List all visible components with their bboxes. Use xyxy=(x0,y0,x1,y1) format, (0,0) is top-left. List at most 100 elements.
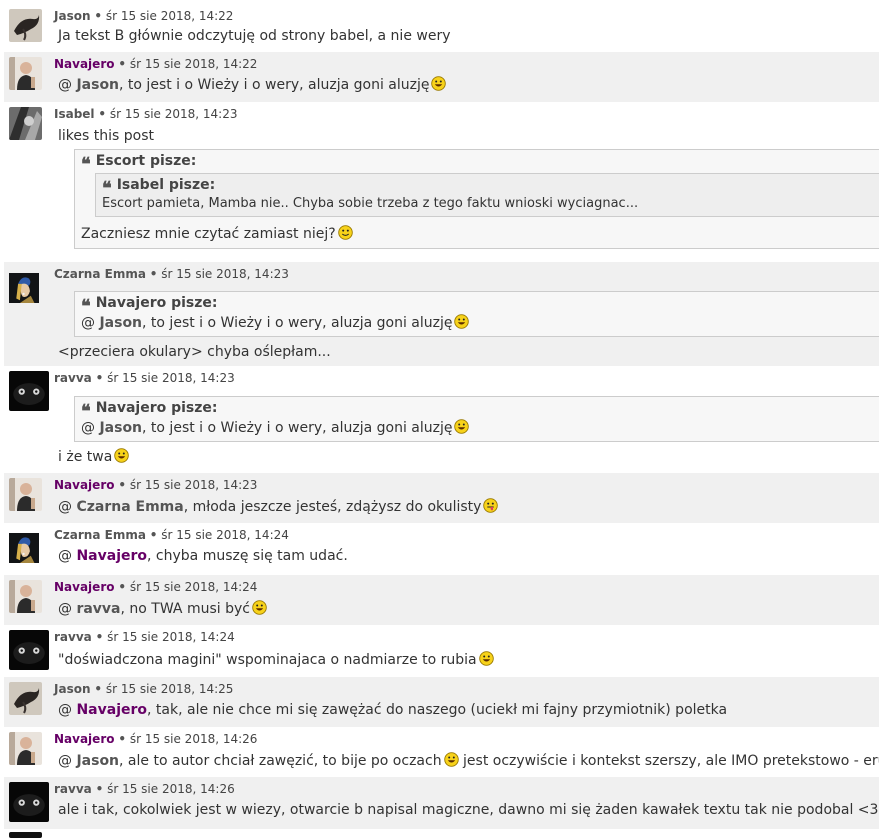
post: Navajero • śr 15 sie 2018, 14:22 @ Jason… xyxy=(4,52,879,102)
avatar[interactable] xyxy=(9,832,42,838)
author-link[interactable]: Jason xyxy=(54,682,91,696)
post-meta: ravva • śr 15 sie 2018, 14:26 xyxy=(54,782,235,796)
post: Navajero • śr 15 sie 2018, 14:23 @ Czarn… xyxy=(4,473,879,523)
post-text: Ja tekst B głównie odczytuję od strony b… xyxy=(58,28,451,44)
post-text: @ Jason, to jest i o Wieży i o wery, alu… xyxy=(58,76,446,93)
quote-text: Escort pamieta, Mamba nie.. Chyba sobie … xyxy=(102,196,639,211)
author-link[interactable]: Navajero xyxy=(54,580,114,594)
pearl-earring-avatar[interactable] xyxy=(9,267,39,309)
pearl-earring-avatar[interactable] xyxy=(9,528,39,568)
laughing-smiley-icon xyxy=(444,752,459,767)
quote-block: ❝ Escort pisze: ❝ Isabel pisze: Escort pam… xyxy=(74,149,879,249)
post-date: śr 15 sie 2018, 14:23 xyxy=(107,371,235,385)
quote-header: ❝ Navajero pisze: xyxy=(81,400,218,422)
post-meta: Navajero • śr 15 sie 2018, 14:26 xyxy=(54,732,258,746)
bird-avatar[interactable] xyxy=(9,9,42,42)
mention-link[interactable]: Navajero xyxy=(76,548,147,564)
post: Jason • śr 15 sie 2018, 14:22 Ja tekst B… xyxy=(4,4,879,52)
quote-block: ❝ Navajero pisze: @ Jason, to jest i o Wi… xyxy=(74,291,879,337)
nested-quote-block: ❝ Isabel pisze: Escort pamieta, Mamba nie… xyxy=(95,173,879,217)
quote-reply-text: Zaczniesz mnie czytać zamiast niej? xyxy=(81,225,353,242)
post-date: śr 15 sie 2018, 14:24 xyxy=(161,528,289,542)
quote-icon: ❝ xyxy=(102,178,112,199)
post-text: ale i tak, cokolwiek jest w wiezy, otwar… xyxy=(58,802,879,818)
author-link[interactable]: Navajero xyxy=(54,478,114,492)
post-meta: Jason • śr 15 sie 2018, 14:25 xyxy=(54,682,234,696)
post-date: śr 15 sie 2018, 14:26 xyxy=(107,782,235,796)
post-meta: Navajero • śr 15 sie 2018, 14:22 xyxy=(54,57,258,71)
laughing-smiley-icon xyxy=(454,314,469,329)
post-meta: Isabel • śr 15 sie 2018, 14:23 xyxy=(54,107,238,121)
man-avatar[interactable] xyxy=(9,580,42,613)
mention-link[interactable]: Navajero xyxy=(76,702,147,718)
laughing-smiley-icon xyxy=(114,448,129,463)
mention-link[interactable]: ravva xyxy=(76,601,120,617)
laughing-smiley-icon xyxy=(454,419,469,434)
laughing-smiley-icon xyxy=(431,76,446,91)
post: Czarna Emma • śr 15 sie 2018, 14:24 @ Na… xyxy=(4,523,879,575)
quote-header: ❝ Navajero pisze: xyxy=(81,295,218,317)
post-date: śr 15 sie 2018, 14:23 xyxy=(109,107,238,121)
laughing-smiley-icon xyxy=(252,600,267,615)
post-text: <przeciera okulary> chyba oślepłam... xyxy=(58,344,331,360)
tongue-smiley-icon xyxy=(483,498,498,513)
post-meta: ravva • śr 15 sie 2018, 14:23 xyxy=(54,371,235,385)
post-date: śr 15 sie 2018, 14:23 xyxy=(161,267,289,281)
laughing-smiley-icon xyxy=(479,651,494,666)
post: Czarna Emma • śr 15 sie 2018, 14:23 ❝ Nav… xyxy=(4,262,879,366)
cat-avatar[interactable] xyxy=(9,782,49,822)
post-text: @ Jason, ale to autor chciał zawęzić, to… xyxy=(58,752,879,769)
mention-link[interactable]: Jason xyxy=(99,420,142,436)
post-meta: Czarna Emma • śr 15 sie 2018, 14:24 xyxy=(54,528,289,542)
post-text: @ ravva, no TWA musi być xyxy=(58,600,267,617)
quote-block: ❝ Navajero pisze: @ Jason, to jest i o Wi… xyxy=(74,396,879,442)
man-avatar[interactable] xyxy=(9,732,42,765)
post: ravva • śr 15 sie 2018, 14:26 ale i tak,… xyxy=(4,777,879,829)
author-link[interactable]: Navajero xyxy=(54,732,114,746)
post: Navajero • śr 15 sie 2018, 14:26 @ Jason… xyxy=(4,727,879,777)
post-meta: Czarna Emma • śr 15 sie 2018, 14:23 xyxy=(54,267,289,281)
post: Jason • śr 15 sie 2018, 14:25 @ Navajero… xyxy=(4,677,879,727)
cat-avatar[interactable] xyxy=(9,630,49,670)
post-date: śr 15 sie 2018, 14:22 xyxy=(129,57,258,71)
man-avatar[interactable] xyxy=(9,57,42,90)
post-text: @ Czarna Emma, młoda jeszcze jesteś, zdą… xyxy=(58,498,498,515)
quote-icon: ❝ xyxy=(81,401,91,422)
author-link[interactable]: Jason xyxy=(54,9,91,23)
author-link[interactable]: Navajero xyxy=(54,57,114,71)
post-meta: ravva • śr 15 sie 2018, 14:24 xyxy=(54,630,235,644)
author-link[interactable]: Czarna Emma xyxy=(54,267,146,281)
grey-avatar[interactable] xyxy=(9,107,42,140)
author-link[interactable]: ravva xyxy=(54,630,92,644)
quote-text: @ Jason, to jest i o Wieży i o wery, alu… xyxy=(81,419,469,436)
quote-header: ❝ Escort pisze: xyxy=(81,153,197,175)
mention-link[interactable]: Jason xyxy=(76,753,119,769)
post-date: śr 15 sie 2018, 14:22 xyxy=(105,9,234,23)
author-link[interactable]: ravva xyxy=(54,782,92,796)
post-date: śr 15 sie 2018, 14:24 xyxy=(107,630,235,644)
post-date: śr 15 sie 2018, 14:23 xyxy=(129,478,258,492)
post-text: @ Navajero, tak, ale nie chce mi się zaw… xyxy=(58,702,728,718)
post-date: śr 15 sie 2018, 14:25 xyxy=(105,682,234,696)
quote-header: ❝ Isabel pisze: xyxy=(102,177,216,199)
mention-link[interactable]: Czarna Emma xyxy=(76,499,183,515)
author-link[interactable]: Czarna Emma xyxy=(54,528,146,542)
bird-avatar[interactable] xyxy=(9,682,42,715)
post-text: i że twa xyxy=(58,448,129,465)
post-meta: Jason • śr 15 sie 2018, 14:22 xyxy=(54,9,234,23)
man-avatar[interactable] xyxy=(9,478,42,511)
post-text: likes this post xyxy=(58,128,154,144)
post-text: @ Navajero, chyba muszę się tam udać. xyxy=(58,548,348,564)
post: Navajero • śr 15 sie 2018, 14:24 @ ravva… xyxy=(4,575,879,625)
post-date: śr 15 sie 2018, 14:24 xyxy=(129,580,258,594)
quote-icon: ❝ xyxy=(81,296,91,317)
cat-avatar[interactable] xyxy=(9,371,49,411)
post-meta: Navajero • śr 15 sie 2018, 14:23 xyxy=(54,478,258,492)
post-text: "doświadczona magini" wspominajaca o nad… xyxy=(58,651,494,668)
mention-link[interactable]: Jason xyxy=(76,77,119,93)
mention-link[interactable]: Jason xyxy=(99,315,142,331)
author-link[interactable]: ravva xyxy=(54,371,92,385)
smile-smiley-icon xyxy=(338,225,353,240)
post: Isabel • śr 15 sie 2018, 14:23 likes thi… xyxy=(4,102,879,262)
author-link[interactable]: Isabel xyxy=(54,107,95,121)
